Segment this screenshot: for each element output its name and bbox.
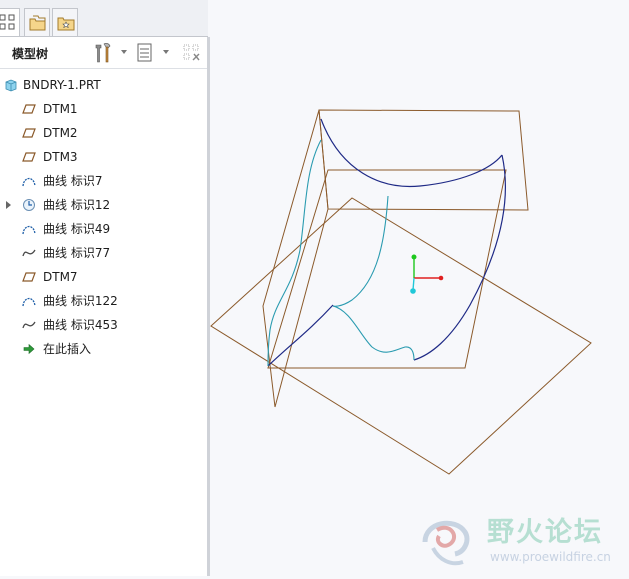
- tree-item-label: 在此插入: [43, 342, 92, 356]
- datum-plane-side[interactable]: [267, 169, 507, 369]
- show-dropdown-caret[interactable]: [163, 50, 169, 54]
- tree-item-dtm2[interactable]: DTM2: [0, 121, 208, 145]
- part-icon: [5, 79, 17, 92]
- datum-plane-icon: [22, 152, 36, 162]
- tree-item-root-part[interactable]: BNDRY-1.PRT: [0, 73, 208, 97]
- tree-item-label: 曲线 标识453: [43, 318, 118, 332]
- folder-browser-icon: [29, 15, 46, 31]
- tree-item-dtm1[interactable]: DTM1: [0, 97, 208, 121]
- datum-plane-icon: [22, 104, 36, 114]
- tree-item-label: BNDRY-1.PRT: [23, 78, 101, 92]
- tab-folder-browser[interactable]: [24, 8, 50, 36]
- tree-item-label: 曲线 标识122: [43, 294, 118, 308]
- model-tree-tab-icon: [0, 14, 15, 30]
- sketched-curve-icon: [22, 177, 36, 187]
- tree-item-label: 曲线 标识77: [43, 246, 111, 260]
- sketched-curve-icon: [22, 225, 36, 235]
- datum-plane-inclined[interactable]: [210, 197, 592, 475]
- spline-curve-icon: [22, 321, 36, 329]
- model-tree-header: 模型树: [0, 37, 208, 69]
- tree-item-curve-49[interactable]: 曲线 标识49: [0, 217, 208, 241]
- settings-button[interactable]: [93, 42, 115, 64]
- tree-item-dtm3[interactable]: DTM3: [0, 145, 208, 169]
- tree-filter-button[interactable]: [181, 42, 203, 64]
- boundary-curve-bottom-spline[interactable]: [332, 305, 415, 361]
- tree-item-curve-7[interactable]: 曲线 标识7: [0, 169, 208, 193]
- boundary-curve-mid-spline[interactable]: [332, 195, 389, 307]
- boundary-curve-left-spline[interactable]: [267, 139, 322, 367]
- tree-item-label: DTM1: [43, 102, 78, 116]
- model-tree: BNDRY-1.PRT DTM1 DTM2 DTM3 曲线 标识7 曲线 标识1…: [0, 73, 208, 361]
- tree-item-curve-12[interactable]: 曲线 标识12: [0, 193, 208, 217]
- tab-model-tree[interactable]: [0, 8, 20, 37]
- tree-item-curve-122[interactable]: 曲线 标识122: [0, 289, 208, 313]
- tree-item-label: DTM7: [43, 270, 78, 284]
- navigator-tab-strip: [0, 0, 208, 37]
- tree-item-label: DTM2: [43, 126, 78, 140]
- list-icon: [137, 43, 152, 62]
- sketched-curve-icon: [22, 297, 36, 307]
- coordinate-system-icon[interactable]: [410, 254, 444, 294]
- boundary-curve-right[interactable]: [413, 154, 507, 361]
- settings-dropdown-caret[interactable]: [121, 50, 127, 54]
- tree-item-curve-77[interactable]: 曲线 标识77: [0, 241, 208, 265]
- datum-plane-icon: [22, 272, 36, 282]
- tree-item-dtm7[interactable]: DTM7: [0, 265, 208, 289]
- model-tree-panel: 模型树 BNDRY-1.PRT DTM1 DTM2 DTM3 曲线 标识7 曲线…: [0, 0, 208, 576]
- tab-favorites[interactable]: [52, 8, 78, 36]
- tree-item-insert-here[interactable]: 在此插入: [0, 337, 208, 361]
- insert-here-arrow-icon: [23, 343, 35, 355]
- show-button[interactable]: [136, 42, 156, 64]
- curve-feature-icon: [23, 199, 35, 211]
- forum-watermark: 野火论坛 www.proewildfire.cn: [210, 508, 629, 576]
- tree-filter-icon: [183, 44, 200, 61]
- tree-item-label: 曲线 标识7: [43, 174, 103, 188]
- graphics-window[interactable]: [210, 0, 629, 576]
- model-tree-title: 模型树: [12, 47, 49, 61]
- tree-item-label: DTM3: [43, 150, 78, 164]
- model-viewport[interactable]: [210, 0, 629, 576]
- datum-plane-icon: [22, 128, 36, 138]
- tools-icon: [95, 43, 111, 63]
- favorites-folder-icon: [57, 17, 75, 31]
- forum-logo-icon: [422, 520, 470, 566]
- datum-plane-vertical[interactable]: [262, 109, 329, 408]
- tree-item-label: 曲线 标识12: [43, 198, 111, 212]
- tree-item-curve-453[interactable]: 曲线 标识453: [0, 313, 208, 337]
- watermark-title: 野火论坛: [487, 517, 603, 548]
- boundary-curve-top[interactable]: [320, 118, 503, 188]
- spline-curve-icon: [22, 249, 36, 257]
- expand-arrow-icon[interactable]: [6, 201, 11, 209]
- tree-item-label: 曲线 标识49: [43, 222, 111, 236]
- watermark-url: www.proewildfire.cn: [490, 550, 611, 564]
